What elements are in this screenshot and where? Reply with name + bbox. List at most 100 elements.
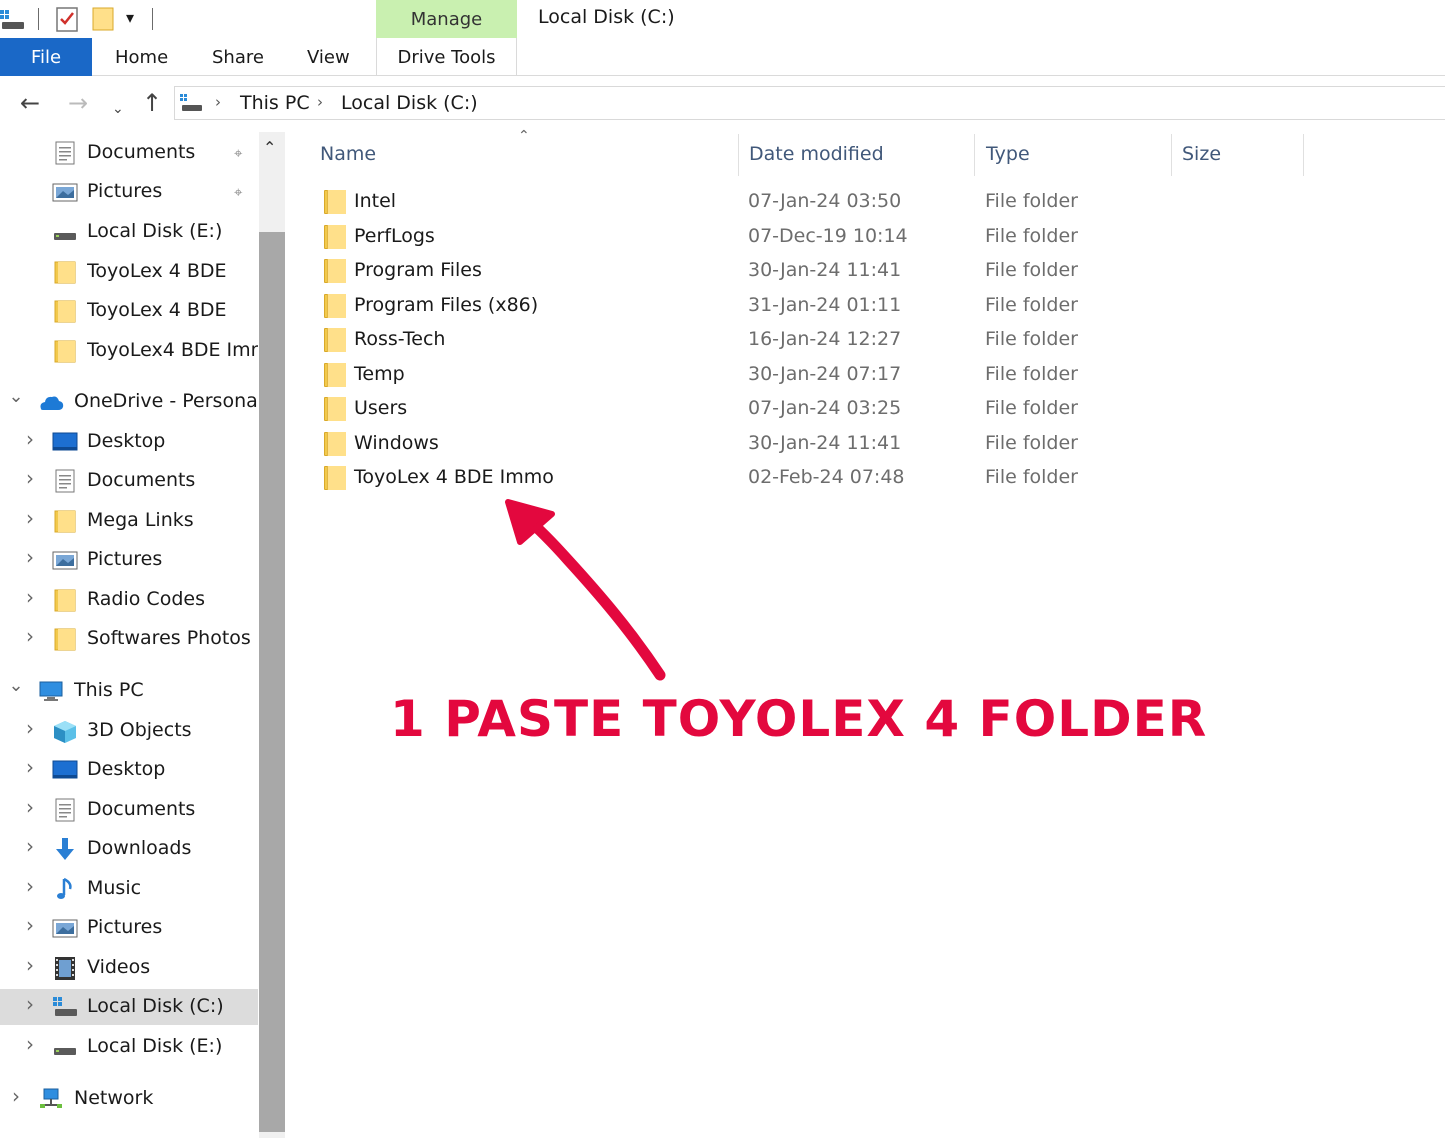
- chevron-right-icon[interactable]: ›: [22, 585, 38, 609]
- column-header-type[interactable]: Type: [986, 143, 1030, 165]
- sidebar-item-toyolex-4-bde[interactable]: ToyoLex 4 BDE: [0, 254, 258, 290]
- forward-arrow-icon[interactable]: →: [68, 90, 88, 116]
- up-arrow-icon[interactable]: ↑: [142, 90, 162, 116]
- sidebar-item-pictures[interactable]: Pictures ⌖: [0, 174, 258, 210]
- chevron-right-icon[interactable]: ›: [22, 624, 38, 648]
- drive-icon: [52, 220, 78, 244]
- chevron-down-icon[interactable]: ⌄: [8, 386, 24, 407]
- sidebar-item-onedrive-personal[interactable]: ⌄ OneDrive - Personal: [0, 384, 258, 420]
- column-header-size[interactable]: Size: [1182, 143, 1221, 165]
- tab-home[interactable]: Home: [115, 47, 168, 68]
- breadcrumb-chevron-icon[interactable]: ›: [317, 93, 323, 111]
- chevron-down-icon[interactable]: ⌄: [8, 675, 24, 696]
- chevron-right-icon[interactable]: ›: [22, 716, 38, 740]
- sidebar-item-label: Local Disk (E:): [87, 1035, 223, 1057]
- table-row[interactable]: Program Files (x86) 31-Jan-24 01:11 File f…: [300, 290, 1445, 324]
- breadcrumb-this-pc[interactable]: This PC: [240, 92, 310, 114]
- nav-scrollbar[interactable]: ⌃: [259, 132, 285, 1138]
- chevron-right-icon[interactable]: ›: [8, 1084, 24, 1108]
- recent-locations-chevron-icon[interactable]: ⌄: [112, 96, 124, 122]
- chevron-right-icon[interactable]: ›: [22, 1032, 38, 1056]
- system-drive-icon[interactable]: [0, 6, 26, 32]
- documents-icon: [52, 469, 78, 493]
- file-type: File folder: [985, 431, 1078, 454]
- pictures-icon: [52, 548, 78, 572]
- sidebar-item-local-disk-e[interactable]: › Local Disk (E:): [0, 1029, 258, 1065]
- folder-icon: [324, 466, 346, 490]
- breadcrumb-local-disk-c[interactable]: Local Disk (C:): [341, 92, 478, 114]
- address-bar[interactable]: › This PC › Local Disk (C:): [174, 86, 1445, 120]
- sidebar-item-local-disk-e[interactable]: Local Disk (E:): [0, 214, 258, 250]
- chevron-right-icon[interactable]: ›: [22, 913, 38, 937]
- chevron-right-icon[interactable]: ›: [22, 755, 38, 779]
- tab-share[interactable]: Share: [212, 47, 264, 68]
- annotation-text: 1 PASTE TOYOLEX 4 FOLDER: [390, 690, 1208, 748]
- tab-view[interactable]: View: [307, 47, 350, 68]
- table-row[interactable]: Users 07-Jan-24 03:25 File folder: [300, 393, 1445, 427]
- table-row[interactable]: PerfLogs 07-Dec-19 10:14 File folder: [300, 221, 1445, 255]
- back-arrow-icon[interactable]: ←: [20, 90, 40, 116]
- new-folder-icon[interactable]: [92, 6, 114, 32]
- folder-icon: [52, 627, 78, 651]
- sidebar-item-network[interactable]: › Network: [0, 1081, 258, 1117]
- sidebar-item-desktop[interactable]: › Desktop: [0, 752, 258, 788]
- chevron-right-icon[interactable]: ›: [22, 874, 38, 898]
- scroll-thumb[interactable]: [259, 232, 285, 1132]
- column-divider[interactable]: [1171, 134, 1172, 176]
- sidebar-item-music[interactable]: › Music: [0, 871, 258, 907]
- sidebar-item-documents[interactable]: › Documents: [0, 792, 258, 828]
- chevron-right-icon[interactable]: ›: [22, 506, 38, 530]
- sidebar-item-mega-links[interactable]: › Mega Links: [0, 503, 258, 539]
- column-header-name[interactable]: Name: [320, 143, 376, 165]
- chevron-right-icon[interactable]: ›: [22, 953, 38, 977]
- tab-manage[interactable]: Manage: [376, 0, 517, 38]
- scroll-up-icon[interactable]: ⌃: [263, 138, 276, 157]
- sidebar-item-pictures[interactable]: › Pictures: [0, 542, 258, 578]
- breadcrumb-chevron-icon[interactable]: ›: [215, 93, 221, 111]
- chevron-right-icon[interactable]: ›: [22, 992, 38, 1016]
- sidebar-item-3d-objects[interactable]: › 3D Objects: [0, 713, 258, 749]
- sidebar-item-label: Documents: [87, 469, 196, 491]
- chevron-right-icon[interactable]: ›: [22, 795, 38, 819]
- table-row[interactable]: Ross-Tech 16-Jan-24 12:27 File folder: [300, 324, 1445, 358]
- sidebar-item-softwares-photos[interactable]: › Softwares Photos: [0, 621, 258, 657]
- folder-icon: [324, 190, 346, 214]
- chevron-right-icon[interactable]: ›: [22, 466, 38, 490]
- customize-toolbar-icon[interactable]: ▾: [126, 8, 134, 34]
- sidebar-item-pictures[interactable]: › Pictures: [0, 910, 258, 946]
- column-divider[interactable]: [974, 134, 975, 176]
- sidebar-item-documents[interactable]: › Documents: [0, 463, 258, 499]
- table-row[interactable]: Temp 30-Jan-24 07:17 File folder: [300, 359, 1445, 393]
- properties-icon[interactable]: [56, 6, 78, 32]
- file-type: File folder: [985, 293, 1078, 316]
- table-row[interactable]: Program Files 30-Jan-24 11:41 File folder: [300, 255, 1445, 289]
- file-name: Intel: [354, 190, 397, 212]
- sidebar-item-toyolex-4-bde[interactable]: ToyoLex 4 BDE: [0, 293, 258, 329]
- sidebar-item-local-disk-c[interactable]: › Local Disk (C:): [0, 989, 258, 1025]
- column-divider[interactable]: [738, 134, 739, 176]
- sidebar-item-radio-codes[interactable]: › Radio Codes: [0, 582, 258, 618]
- table-row[interactable]: ToyoLex 4 BDE Immo 02-Feb-24 07:48 File fo…: [300, 462, 1445, 496]
- tab-file[interactable]: File: [0, 38, 92, 76]
- sidebar-item-toyolex4-bde-immo[interactable]: ToyoLex4 BDE Immo: [0, 333, 258, 369]
- sidebar-item-documents[interactable]: Documents ⌖: [0, 135, 258, 171]
- folder-icon: [324, 293, 346, 318]
- sidebar-item-desktop[interactable]: › Desktop: [0, 424, 258, 460]
- sidebar-item-label: ToyoLex 4 BDE: [87, 260, 227, 282]
- table-row[interactable]: Intel 07-Jan-24 03:50 File folder: [300, 186, 1445, 220]
- sidebar-item-videos[interactable]: › Videos: [0, 950, 258, 986]
- chevron-right-icon[interactable]: ›: [22, 834, 38, 858]
- tab-drive-tools[interactable]: Drive Tools: [376, 38, 517, 76]
- file-date-modified: 07-Dec-19 10:14: [748, 224, 908, 247]
- column-divider[interactable]: [1303, 134, 1304, 176]
- file-name: PerfLogs: [354, 224, 435, 247]
- table-row[interactable]: Windows 30-Jan-24 11:41 File folder: [300, 428, 1445, 462]
- pin-icon[interactable]: ⌖: [234, 144, 242, 162]
- sidebar-item-this-pc[interactable]: ⌄ This PC: [0, 673, 258, 709]
- network-icon: [38, 1087, 64, 1111]
- column-header-date-modified[interactable]: Date modified: [749, 143, 884, 165]
- chevron-right-icon[interactable]: ›: [22, 427, 38, 451]
- chevron-right-icon[interactable]: ›: [22, 545, 38, 569]
- pin-icon[interactable]: ⌖: [234, 183, 242, 201]
- sidebar-item-downloads[interactable]: › Downloads: [0, 831, 258, 867]
